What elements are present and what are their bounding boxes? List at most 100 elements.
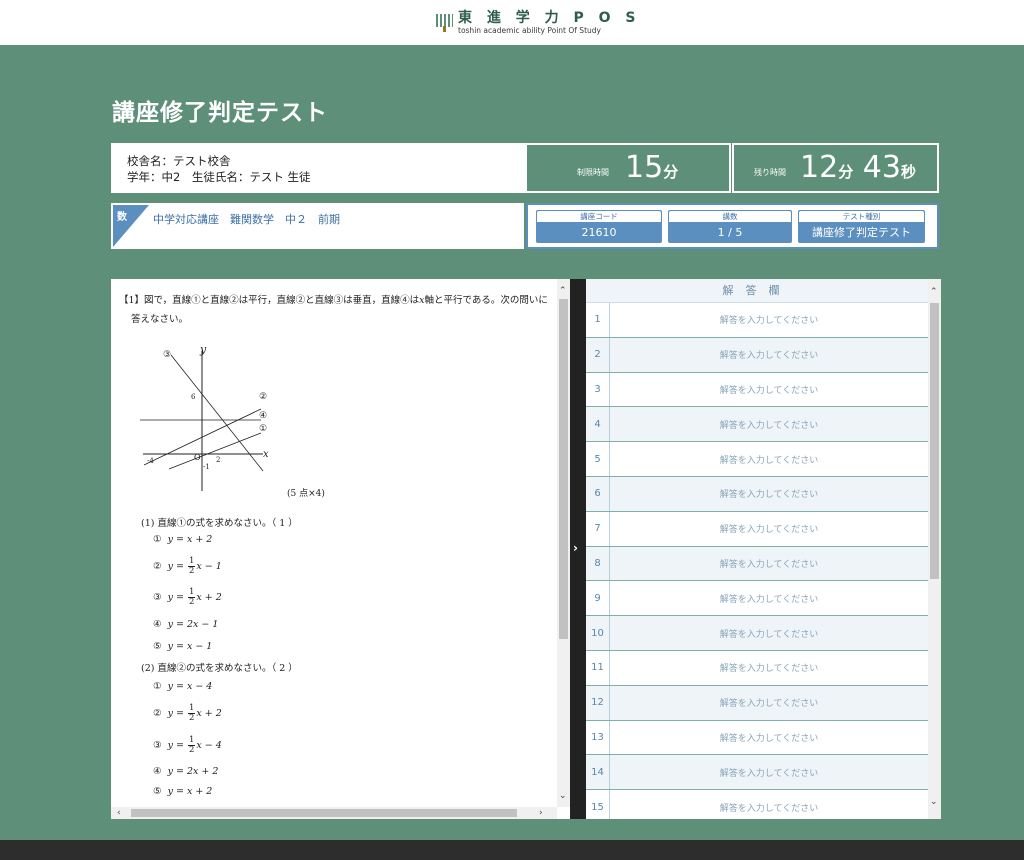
chevron-down-icon[interactable]: ⌄ [930, 797, 938, 807]
answer-option: ① y = x − 4 [153, 681, 213, 692]
answer-row: 6 解答を入力してください [586, 477, 928, 512]
remaining-time-label: 残り時間 [754, 168, 786, 177]
answer-input[interactable]: 解答を入力してください [610, 755, 928, 789]
answer-input[interactable]: 解答を入力してください [610, 547, 928, 581]
origin-label: O [194, 453, 201, 462]
tick-minus4: -4 [147, 457, 154, 465]
answer-row-number: 5 [586, 442, 610, 476]
y-axis-label: y [199, 343, 207, 356]
tick-2: 2 [216, 456, 220, 464]
answer-option: ② y = 12x + 2 [153, 703, 222, 723]
answer-input[interactable]: 解答を入力してください [610, 686, 928, 720]
answer-input[interactable]: 解答を入力してください [610, 477, 928, 511]
label-line-3: ③ [163, 350, 171, 360]
lesson-number-label: 講数 [669, 211, 791, 222]
answer-scroll-thumb[interactable] [930, 303, 939, 579]
chevron-up-icon[interactable]: ⌃ [930, 287, 938, 297]
page-title: 講座修了判定テスト [112, 100, 328, 126]
answer-row-number: 12 [586, 685, 610, 720]
top-header: 東 進 学 力 P O S toshin academic ability Po… [0, 0, 1024, 45]
answer-option: ③ y = 12x + 2 [153, 587, 222, 607]
answer-row-number: 1 [586, 303, 610, 337]
test-type-field: テスト種別 講座修了判定テスト [798, 210, 925, 243]
answer-row: 5 解答を入力してください [586, 442, 928, 477]
footer-bar [0, 840, 1024, 860]
answer-row: 11 解答を入力してください [586, 651, 928, 686]
answer-input[interactable]: 解答を入力してください [610, 581, 928, 615]
label-line-2: ② [259, 392, 267, 402]
chevron-down-icon[interactable]: ⌄ [559, 791, 567, 801]
chevron-left-icon[interactable]: ‹ [117, 808, 121, 818]
remaining-time-box: 残り時間 12分 43秒 [732, 143, 939, 193]
question-intro-line2: 答えなさい。 [131, 314, 189, 325]
school-name: 校舎名：テスト校舎 [127, 154, 231, 168]
time-limit-value: 15分 [625, 150, 679, 185]
course-code-value: 21610 [581, 226, 617, 239]
answer-input[interactable]: 解答を入力してください [610, 442, 928, 476]
answer-row: 1 解答を入力してください [586, 303, 928, 338]
x-axis-label: x [263, 449, 269, 460]
answer-vertical-scrollbar[interactable]: ⌃ ⌄ [928, 279, 941, 819]
lesson-number-value: 1 / 5 [717, 226, 743, 239]
answer-row-number: 15 [586, 790, 610, 819]
answer-row-number: 9 [586, 581, 610, 616]
label-line-4: ④ [259, 411, 267, 421]
answer-row: 9 解答を入力してください [586, 581, 928, 617]
fraction: 12 [187, 735, 196, 755]
answer-option: ⑤ y = x − 1 [153, 641, 213, 652]
answer-row-number: 14 [586, 755, 610, 790]
panel-divider[interactable]: › [570, 279, 586, 819]
course-code-field: 講座コード 21610 [536, 210, 662, 243]
course-name-box: 数 中学対応講座 難関数学 中２ 前期 [111, 203, 524, 249]
answer-input[interactable]: 解答を入力してください [610, 721, 928, 755]
answer-row: 13 解答を入力してください [586, 720, 928, 756]
question-vertical-scrollbar[interactable]: ⌃ ⌄ [557, 279, 570, 807]
answer-option: ⑤ y = x + 2 [153, 786, 213, 797]
label-line-1: ① [259, 424, 267, 434]
time-limit-label: 制限時間 [577, 168, 609, 177]
answer-panel-header: 解答欄 [586, 279, 928, 303]
answer-row: 15 解答を入力してください [586, 790, 928, 819]
test-type-value: 講座修了判定テスト [812, 226, 911, 239]
toshin-pos-logo: 東 進 学 力 P O S toshin academic ability Po… [436, 10, 636, 38]
answer-input[interactable]: 解答を入力してください [610, 303, 928, 337]
answer-option: ④ y = 2x − 1 [153, 619, 219, 630]
chevron-up-icon[interactable]: ⌃ [559, 286, 567, 296]
question-horizontal-scrollbar[interactable]: ‹ › [111, 807, 557, 819]
remaining-time-value: 12分 43秒 [800, 150, 916, 185]
tick-minus1: -1 [203, 463, 210, 471]
grade-and-student-name: 学年：中2 生徒氏名：テスト 生徒 [127, 170, 311, 184]
subject-badge-label: 数 [117, 212, 127, 223]
answer-input[interactable]: 解答を入力してください [610, 373, 928, 407]
answer-row-number: 11 [586, 651, 610, 685]
chevron-right-icon[interactable]: › [573, 541, 578, 555]
logo-title: 東 進 学 力 P O S [458, 10, 641, 26]
answer-input[interactable]: 解答を入力してください [610, 407, 928, 441]
answer-input[interactable]: 解答を入力してください [610, 616, 928, 650]
course-code-label: 講座コード [537, 211, 661, 222]
course-name: 中学対応講座 難関数学 中２ 前期 [153, 213, 340, 226]
chevron-right-icon[interactable]: › [539, 808, 543, 818]
answer-row: 14 解答を入力してください [586, 755, 928, 791]
question-panel[interactable]: 【1】図で，直線①と直線②は平行，直線②と直線③は垂直，直線④はx軸と平行である… [111, 279, 570, 819]
sub-question-1-prompt: (1) 直線①の式を求めなさい。（ 1 ） [141, 518, 298, 529]
answer-option: ② y = 12x − 1 [153, 556, 222, 576]
answer-input[interactable]: 解答を入力してください [610, 338, 928, 372]
question-scroll-thumb[interactable] [559, 299, 568, 639]
answer-input[interactable]: 解答を入力してください [610, 790, 928, 819]
answer-input[interactable]: 解答を入力してください [610, 512, 928, 546]
answer-row: 3 解答を入力してください [586, 372, 928, 408]
answer-row-number: 7 [586, 511, 610, 546]
course-meta-box: 講座コード 21610 講数 1 / 5 テスト種別 講座修了判定テスト [526, 203, 939, 249]
question-hscroll-thumb[interactable] [131, 809, 517, 817]
test-type-label: テスト種別 [799, 211, 924, 222]
answer-row: 8 解答を入力してください [586, 546, 928, 582]
student-info: 校舎名：テスト校舎 学年：中2 生徒氏名：テスト 生徒 [111, 143, 525, 193]
answer-row-number: 2 [586, 337, 610, 372]
fraction: 12 [187, 703, 196, 723]
line-graph-figure: ③ ② ④ ① y x 6 O -4 -1 2 [140, 343, 269, 491]
tree-logo-icon [436, 14, 453, 32]
question-intro-line1: 【1】図で，直線①と直線②は平行，直線②と直線③は垂直，直線④はx軸と平行である… [119, 295, 548, 306]
answer-input[interactable]: 解答を入力してください [610, 651, 928, 685]
time-limit-box: 制限時間 15分 [525, 143, 731, 193]
